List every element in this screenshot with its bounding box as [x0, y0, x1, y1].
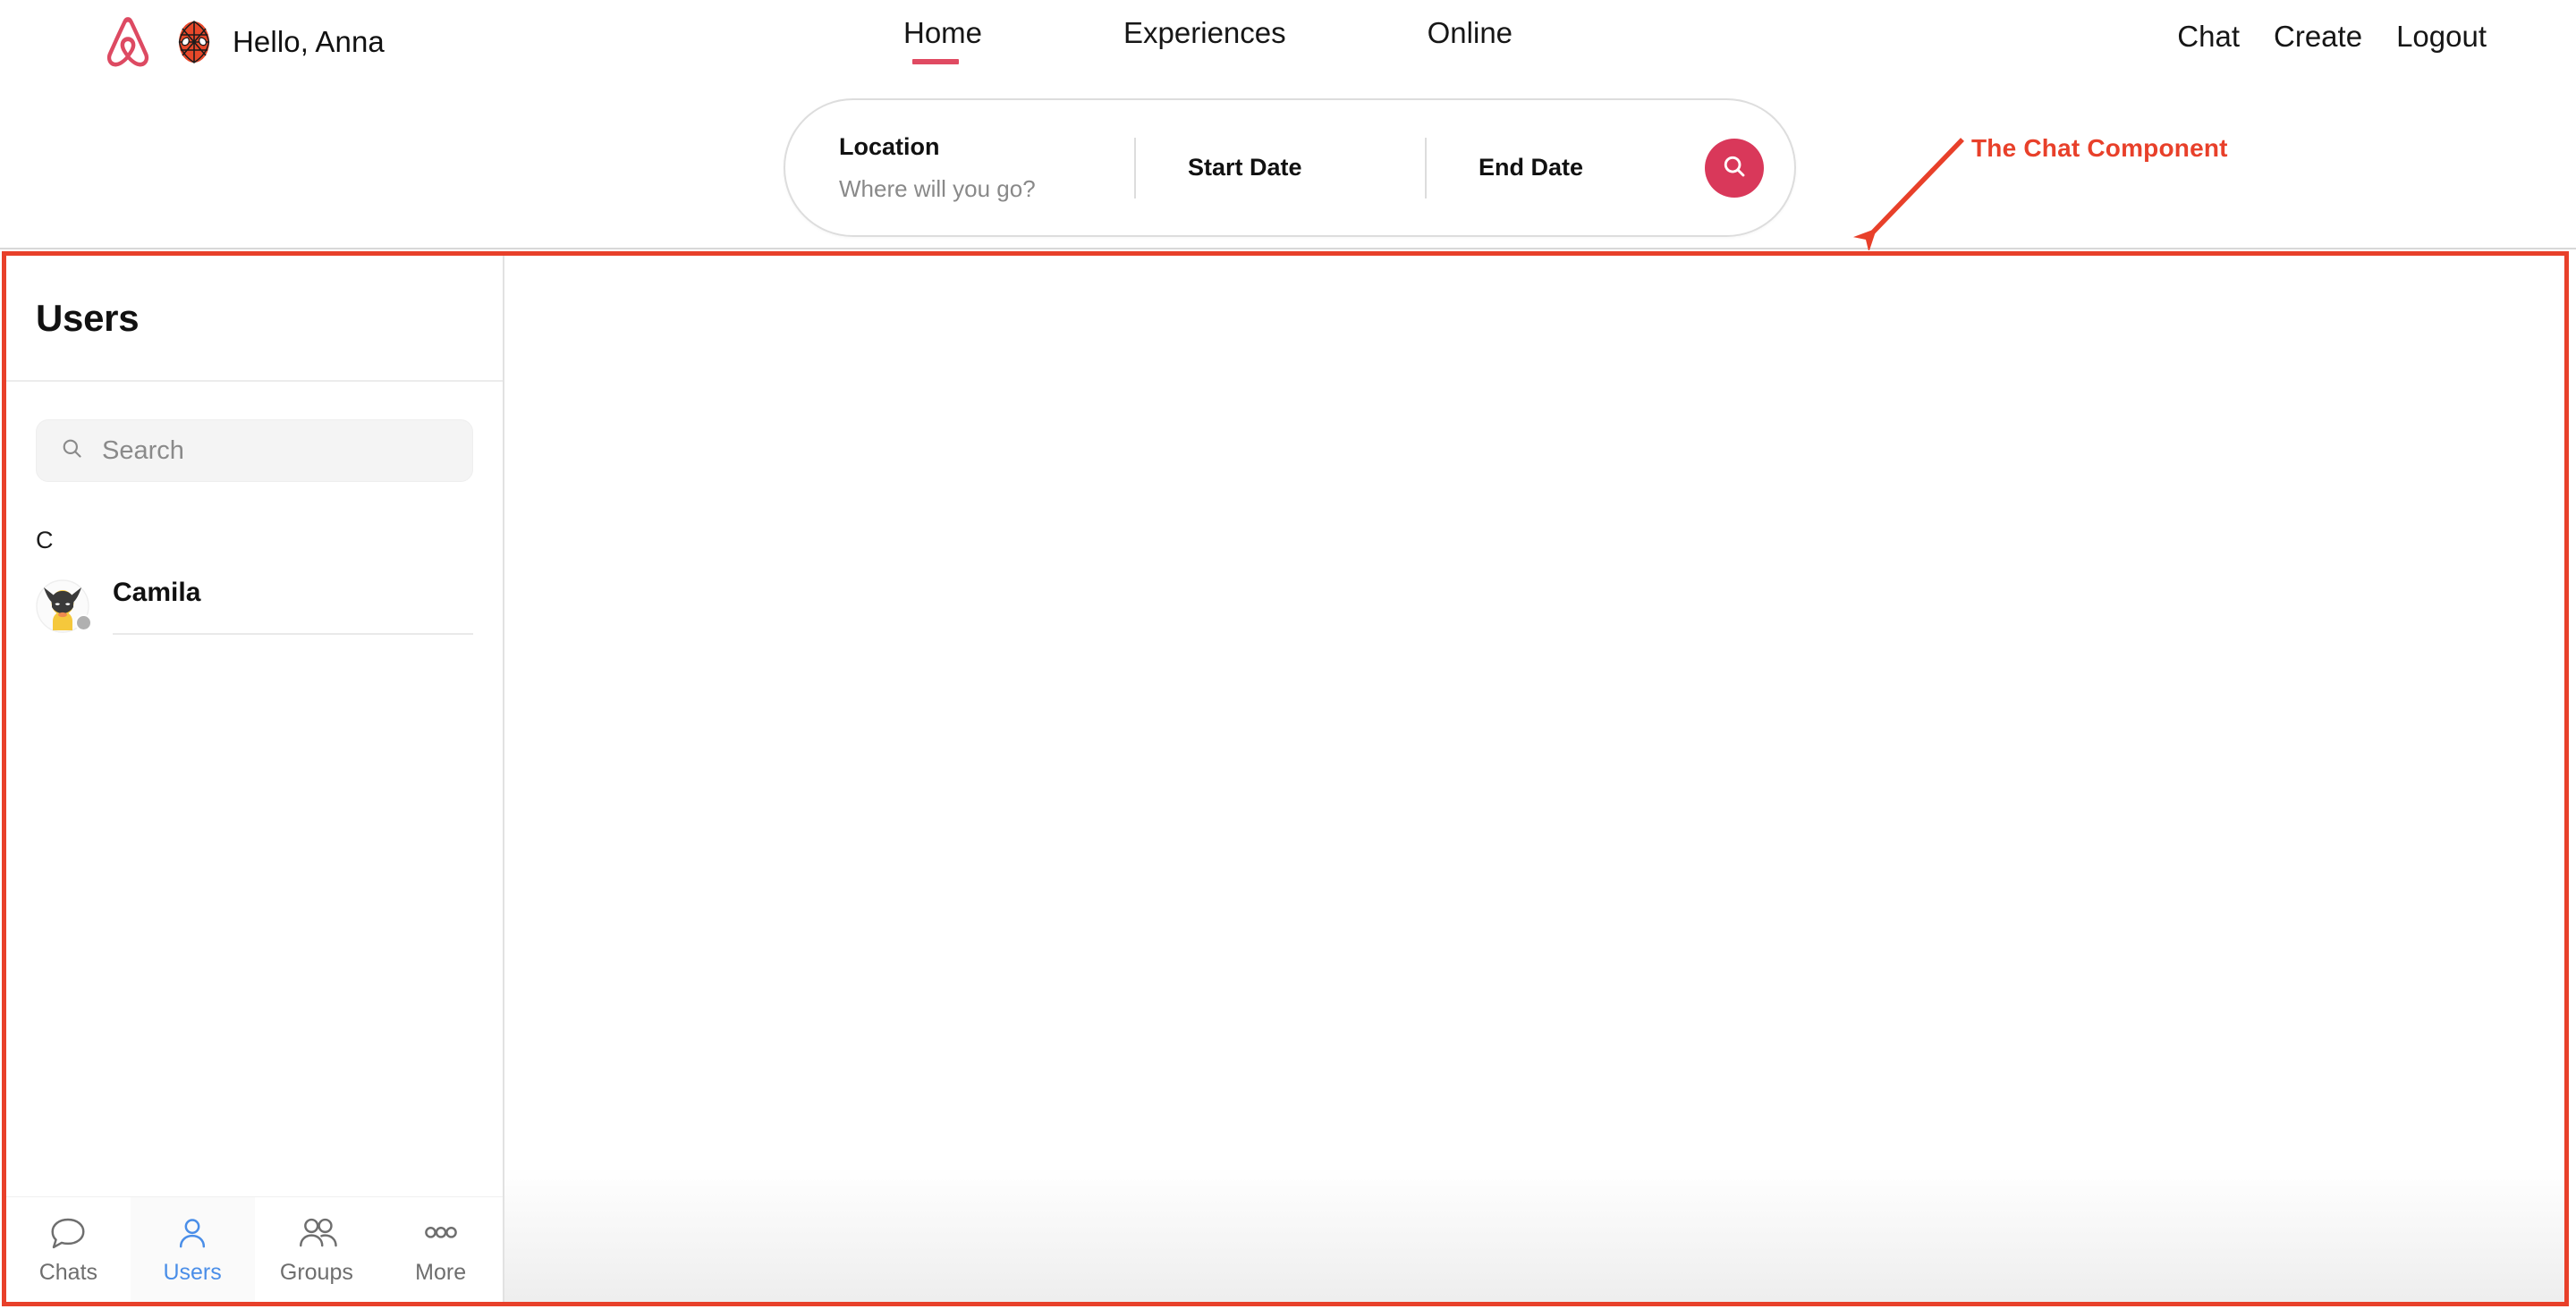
sidebar-tab-more-label: More: [415, 1259, 467, 1285]
conversation-panel[interactable]: [504, 256, 2564, 1302]
list-item[interactable]: Camila: [36, 578, 473, 635]
list-item-label: Camila: [113, 578, 201, 607]
search-input-placeholder: Search: [102, 435, 184, 465]
user-greeting: Hello, Anna: [175, 20, 385, 64]
sidebar-tab-chats-label: Chats: [38, 1259, 98, 1285]
greeting-text: Hello, Anna: [233, 25, 385, 58]
chat-bubble-icon: [48, 1216, 88, 1256]
sidebar-tab-bar: Chats Users Groups More: [6, 1196, 503, 1302]
nav-link-logout[interactable]: Logout: [2396, 20, 2487, 54]
navbar-links: Chat Create Logout: [2177, 20, 2487, 54]
sidebar-tab-groups-label: Groups: [279, 1259, 353, 1285]
search-bar: Location Where will you go? Start Date E…: [784, 98, 1796, 237]
nav-tab-experiences-label: Experiences: [1123, 16, 1286, 49]
top-navbar: Hello, Anna Home Experiences Online Chat…: [0, 0, 2576, 249]
nav-tab-online[interactable]: Online: [1428, 16, 1513, 64]
airbnb-belo-logo-icon[interactable]: [100, 13, 156, 72]
spiderman-avatar-icon: [175, 20, 213, 64]
search-field-start-date[interactable]: Start Date: [1134, 100, 1425, 235]
annotation-text: The Chat Component: [1971, 134, 2228, 162]
nav-tab-experiences[interactable]: Experiences: [1123, 16, 1286, 64]
nav-tab-home-label: Home: [903, 16, 983, 49]
nav-tab-home[interactable]: Home: [903, 16, 982, 64]
navbar-tabs: Home Experiences Online: [903, 16, 1513, 64]
search-field-end-date[interactable]: End Date: [1425, 100, 1693, 235]
location-placeholder: Where will you go?: [839, 174, 1036, 202]
sidebar-tab-groups[interactable]: Groups: [255, 1197, 379, 1302]
list-item-content: Camila: [113, 578, 473, 635]
search-input[interactable]: Search: [36, 419, 473, 482]
nav-tab-online-label: Online: [1427, 16, 1513, 49]
chat-component: Users Search C Camila Chats Users Groups…: [2, 251, 2569, 1306]
search-submit-button[interactable]: [1705, 138, 1764, 198]
sidebar-tab-users-label: Users: [163, 1259, 222, 1285]
nav-link-chat[interactable]: Chat: [2177, 20, 2240, 54]
search-icon: [1721, 153, 1748, 182]
start-date-label: Start Date: [1188, 153, 1302, 181]
search-icon: [60, 436, 84, 465]
end-date-label: End Date: [1479, 153, 1584, 181]
avatar: [36, 579, 92, 633]
ellipsis-icon: [420, 1216, 462, 1256]
users-sidebar: Users Search C Camila Chats Users Groups…: [6, 256, 504, 1302]
person-icon: [174, 1216, 210, 1256]
people-icon: [296, 1216, 337, 1256]
location-label: Location: [839, 133, 940, 161]
sidebar-tab-more[interactable]: More: [378, 1197, 503, 1302]
nav-link-create[interactable]: Create: [2274, 20, 2362, 54]
sidebar-tab-users[interactable]: Users: [130, 1197, 255, 1302]
sidebar-title: Users: [36, 296, 140, 339]
user-group-letter: C: [36, 527, 54, 553]
navbar-left-group: Hello, Anna: [100, 13, 385, 72]
sidebar-header: Users: [6, 256, 503, 382]
sidebar-body: Search C Camila: [6, 382, 503, 1196]
sidebar-tab-chats[interactable]: Chats: [6, 1197, 131, 1302]
search-field-location[interactable]: Location Where will you go?: [785, 100, 1134, 235]
status-badge: [75, 614, 92, 631]
